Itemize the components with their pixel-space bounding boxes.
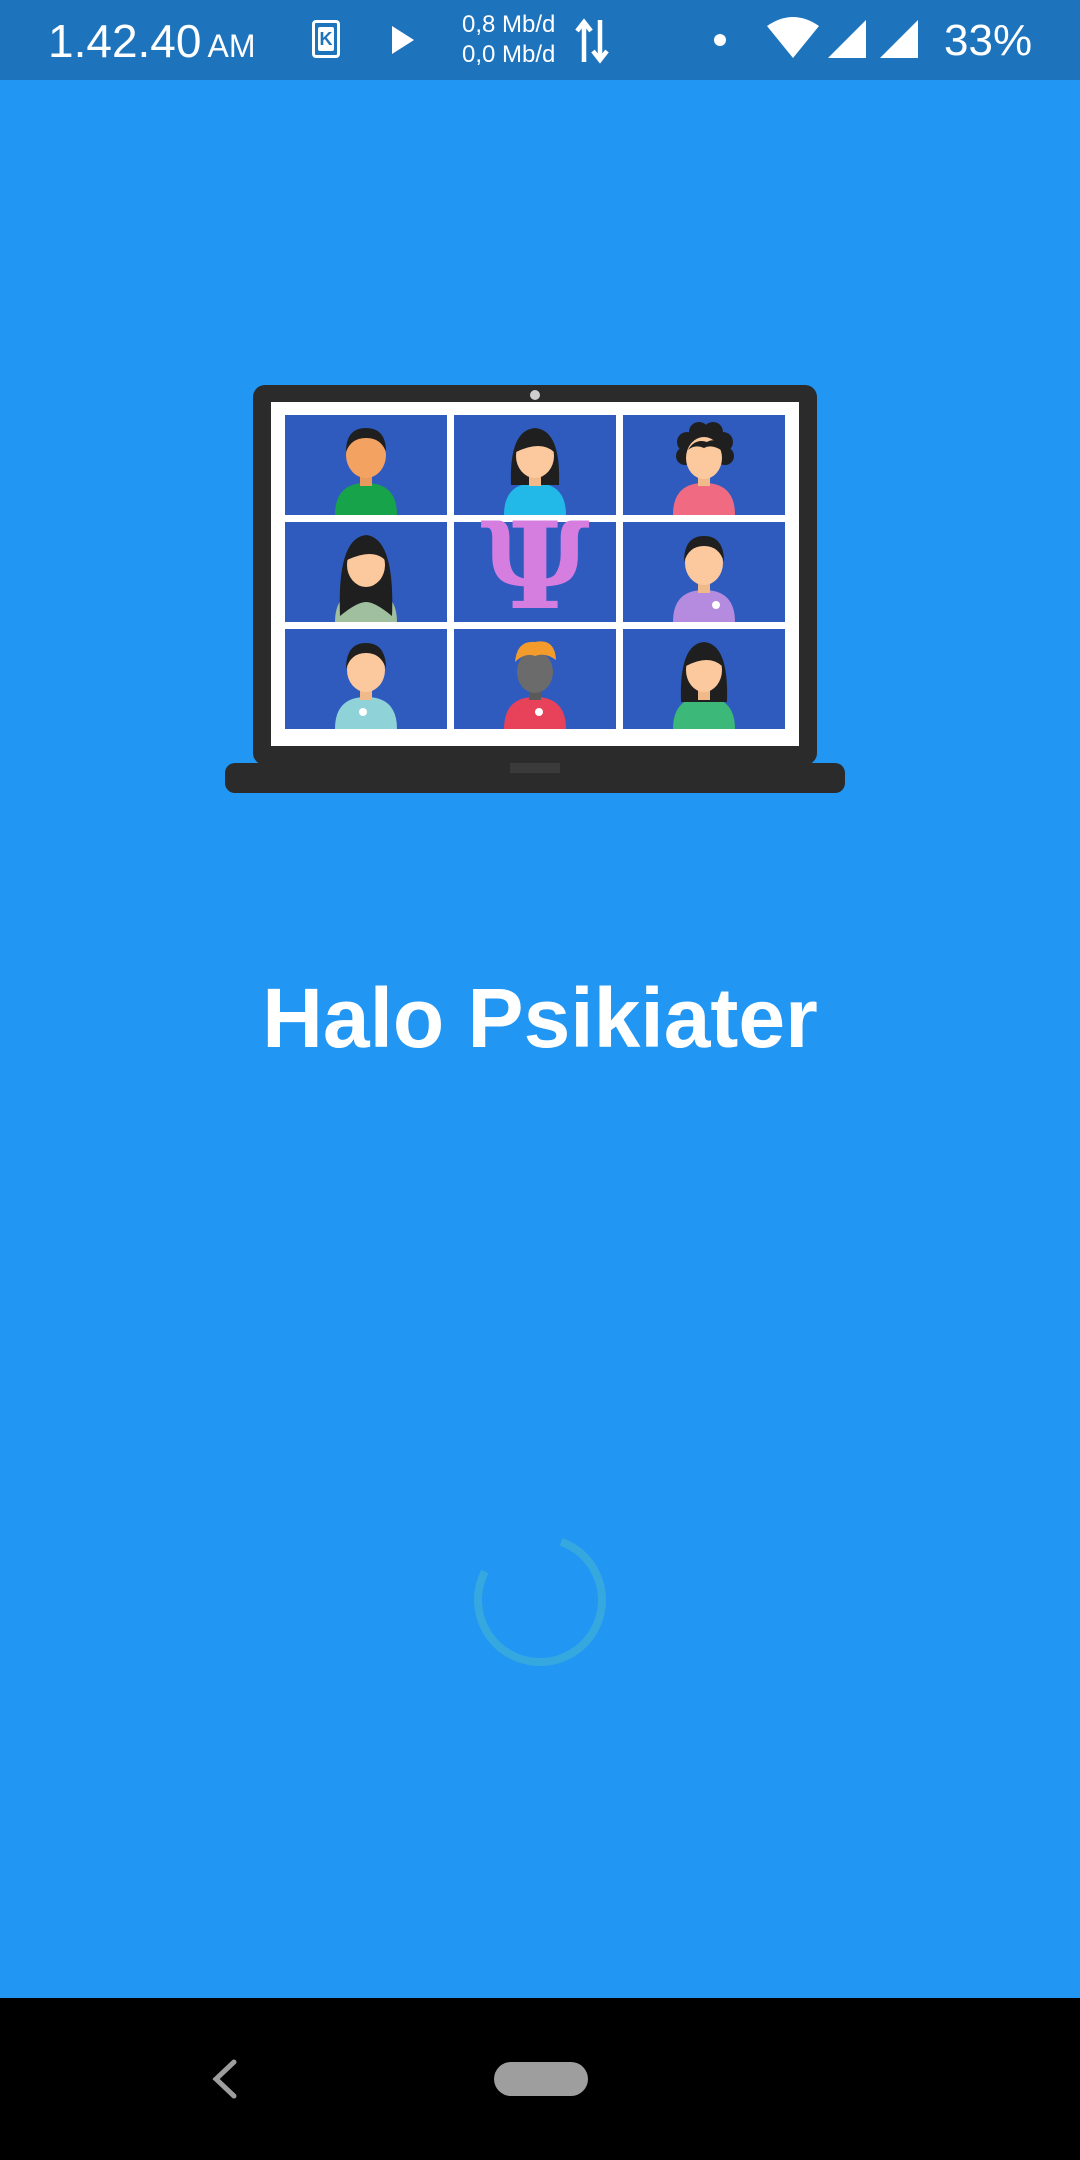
loading-spinner: [474, 1534, 606, 1666]
signal-icon: [828, 20, 866, 58]
play-icon: [392, 26, 414, 54]
status-time: 1.42.40 AM: [48, 14, 255, 68]
back-icon[interactable]: [208, 2058, 242, 2100]
network-speed: 0,8 Mb/d 0,0 Mb/d: [462, 10, 555, 70]
psi-symbol: Ψ: [480, 496, 590, 637]
battery-percent: 33%: [944, 16, 1033, 65]
navigation-bar: [0, 1998, 1080, 2160]
home-button[interactable]: [494, 2062, 588, 2096]
signal-icon-2: [880, 20, 918, 58]
app-title: Halo Psikiater: [262, 971, 818, 1065]
data-arrows-icon: [575, 18, 609, 64]
speed-up-text: 0,8 Mb/d: [462, 11, 556, 38]
status-time-value: 1.42.40: [48, 15, 202, 67]
laptop-video-call-illustration: Ψ: [225, 385, 845, 793]
speed-down-text: 0,0 Mb/d: [462, 41, 556, 68]
notification-dot-icon: [714, 34, 726, 46]
k-app-icon: K: [312, 20, 340, 58]
status-time-ampm: AM: [207, 28, 256, 64]
status-bar: 1.42.40 AM K 0,8 Mb/d 0,0 Mb/d 33%: [0, 0, 1080, 80]
wifi-icon: [767, 17, 819, 58]
